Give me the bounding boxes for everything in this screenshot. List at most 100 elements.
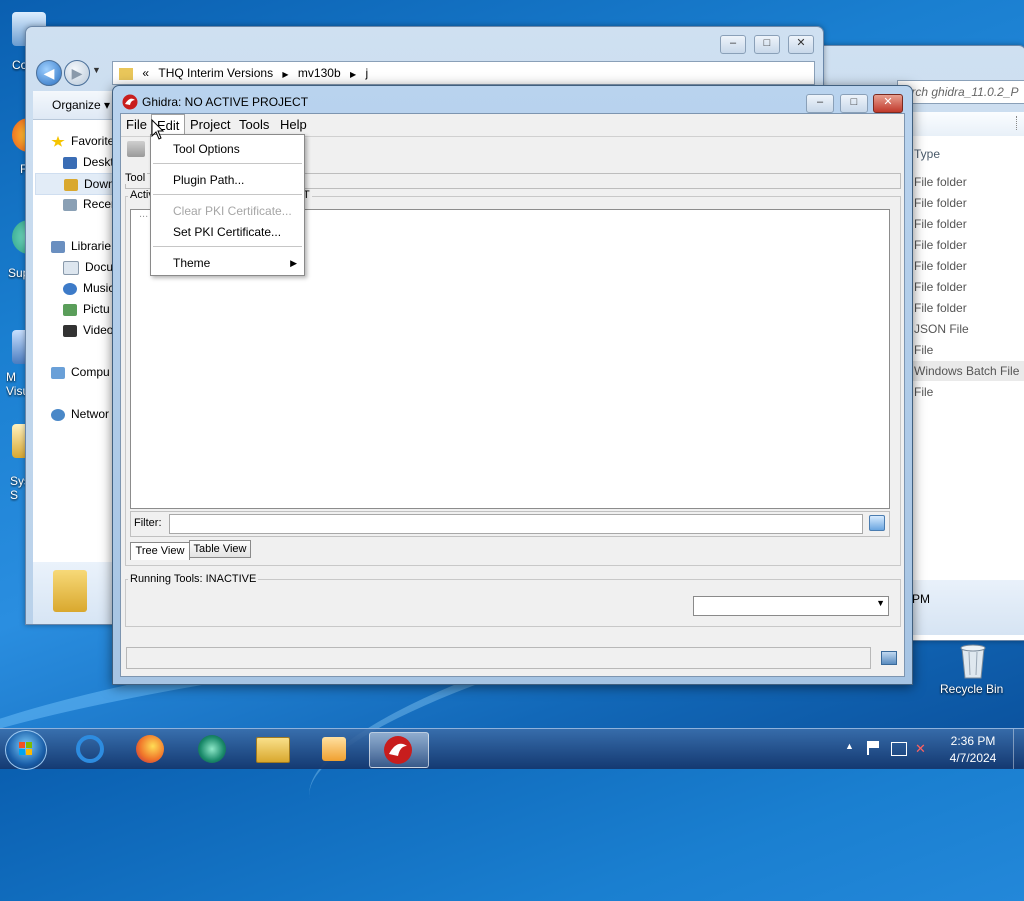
nav-label: Compu bbox=[71, 365, 110, 379]
toolbar-grip bbox=[1016, 116, 1023, 130]
menu-bar: File Edit Project Tools Help bbox=[121, 114, 904, 136]
close-button[interactable]: ✕ bbox=[788, 35, 814, 54]
media-player-icon bbox=[322, 737, 346, 761]
tree-placeholder: ... bbox=[139, 208, 149, 220]
file-type-cell[interactable]: File bbox=[914, 340, 933, 360]
file-type-cell[interactable]: Windows Batch File bbox=[912, 361, 1024, 381]
ghidra-logo-icon bbox=[122, 94, 138, 110]
show-hidden-icons-button[interactable]: ▲ bbox=[845, 741, 854, 751]
taskbar-app[interactable] bbox=[122, 732, 180, 766]
running-tools-label: Running Tools: INACTIVE bbox=[128, 573, 259, 585]
documents-icon bbox=[63, 260, 79, 275]
file-type-cell[interactable]: JSON File bbox=[914, 319, 969, 339]
file-type-cell[interactable]: File folder bbox=[914, 214, 967, 234]
nav-label: Pictu bbox=[83, 302, 110, 316]
new-project-icon[interactable] bbox=[127, 141, 145, 157]
file-type-cell[interactable]: File folder bbox=[914, 277, 967, 297]
submenu-arrow-icon: ▶ bbox=[290, 258, 297, 268]
address-bar[interactable]: « THQ Interim Versions ▶ mv130b ▶ j bbox=[112, 61, 815, 85]
star-icon bbox=[51, 135, 65, 147]
console-icon[interactable] bbox=[881, 651, 897, 665]
minimize-button[interactable]: – bbox=[720, 35, 746, 54]
details-toolbar bbox=[912, 112, 1024, 137]
nav-label: Recer bbox=[83, 197, 116, 211]
taskbar-app-ghidra[interactable] bbox=[369, 732, 429, 768]
videos-icon bbox=[63, 324, 77, 337]
downloads-icon bbox=[64, 178, 78, 191]
nav-label: Networ bbox=[71, 407, 110, 421]
menu-help[interactable]: Help bbox=[275, 114, 312, 136]
network-icon[interactable] bbox=[891, 742, 907, 756]
nav-recent-places[interactable]: Recer bbox=[63, 194, 115, 214]
desktop-icon bbox=[63, 156, 77, 169]
ghidra-icon bbox=[384, 736, 412, 764]
nav-network[interactable]: Networ bbox=[51, 404, 109, 424]
volume-muted-icon[interactable]: ✕ bbox=[915, 741, 926, 757]
taskbar: ▲ ✕ 2:36 PM 4/7/2024 bbox=[0, 728, 1024, 770]
nav-computer[interactable]: Compu bbox=[51, 362, 110, 382]
tab-table-view[interactable]: Table View bbox=[189, 540, 251, 558]
nav-music[interactable]: Music bbox=[63, 278, 114, 298]
taskbar-app[interactable] bbox=[306, 732, 364, 766]
nav-documents[interactable]: Docu bbox=[63, 257, 113, 277]
menu-item-set-pki[interactable]: Set PKI Certificate... bbox=[152, 221, 303, 243]
start-button[interactable] bbox=[5, 730, 47, 770]
action-center-flag-icon[interactable] bbox=[867, 741, 883, 755]
taskbar-app[interactable] bbox=[184, 732, 242, 766]
file-type-cell[interactable]: File folder bbox=[914, 235, 967, 255]
file-type-cell[interactable]: File folder bbox=[914, 298, 967, 318]
internet-explorer-icon bbox=[76, 735, 104, 763]
filter-input[interactable] bbox=[169, 514, 863, 534]
maximize-button[interactable]: □ bbox=[840, 94, 868, 113]
nav-label: Deskt bbox=[83, 155, 114, 169]
file-type-column: Type File folder File folder File folder… bbox=[912, 136, 1024, 580]
file-type-cell[interactable]: File folder bbox=[914, 172, 967, 192]
breadcrumb-overflow[interactable]: « bbox=[142, 66, 149, 80]
nav-favorites[interactable]: Favorite bbox=[51, 131, 114, 151]
file-type-cell[interactable]: File folder bbox=[914, 256, 967, 276]
menu-project[interactable]: Project bbox=[185, 114, 235, 136]
nav-videos[interactable]: Video bbox=[63, 320, 113, 340]
workspace-select[interactable]: ▼ bbox=[693, 596, 889, 616]
menu-tools[interactable]: Tools bbox=[234, 114, 274, 136]
file-type-cell[interactable]: File bbox=[914, 382, 933, 402]
recent-places-icon bbox=[63, 198, 77, 211]
filter-options-icon[interactable] bbox=[869, 515, 885, 531]
file-type-cell[interactable]: File folder bbox=[914, 193, 967, 213]
close-button[interactable]: ✕ bbox=[873, 94, 903, 113]
menu-item-tool-options[interactable]: Tool Options bbox=[152, 138, 303, 160]
nav-label: Music bbox=[83, 281, 115, 295]
menu-separator bbox=[153, 163, 302, 164]
music-icon bbox=[63, 282, 77, 295]
menu-file[interactable]: File bbox=[121, 114, 152, 136]
nav-label: Video bbox=[83, 323, 114, 337]
menu-item-theme[interactable]: Theme ▶ bbox=[152, 252, 303, 274]
tool-chest-label: Tool bbox=[123, 172, 148, 184]
tab-tree-view[interactable]: Tree View bbox=[130, 542, 190, 560]
nav-desktop[interactable]: Deskt bbox=[63, 152, 114, 172]
folder-icon bbox=[53, 570, 87, 612]
maximize-button[interactable]: □ bbox=[754, 35, 780, 54]
organize-button[interactable]: Organize ▾ bbox=[52, 98, 110, 112]
minimize-button[interactable]: – bbox=[806, 94, 834, 113]
breadcrumb-item[interactable]: mv130b bbox=[298, 66, 341, 80]
show-desktop-button[interactable] bbox=[1013, 729, 1024, 769]
search-input[interactable]: earch ghidra_11.0.2_P bbox=[897, 80, 1024, 104]
menu-item-plugin-path[interactable]: Plugin Path... bbox=[152, 169, 303, 191]
breadcrumb-item[interactable]: j bbox=[365, 66, 368, 80]
nav-label: Librarie bbox=[71, 239, 112, 253]
clock-time[interactable]: 2:36 PM bbox=[943, 734, 1003, 748]
nav-pictures[interactable]: Pictu bbox=[63, 299, 110, 319]
running-tools-panel: Running Tools: INACTIVE ▼ bbox=[125, 573, 901, 627]
taskbar-app[interactable] bbox=[244, 732, 302, 766]
recent-pages-button[interactable]: ▼ bbox=[92, 65, 101, 75]
nav-libraries[interactable]: Librarie bbox=[51, 236, 111, 256]
forward-button[interactable]: ▶ bbox=[64, 60, 90, 86]
taskbar-app[interactable] bbox=[62, 732, 120, 766]
breadcrumb-item[interactable]: THQ Interim Versions bbox=[158, 66, 273, 80]
libraries-icon bbox=[51, 240, 65, 253]
column-header-type[interactable]: Type bbox=[914, 144, 940, 164]
date-modified-fragment: PM bbox=[912, 592, 930, 606]
clock-date[interactable]: 4/7/2024 bbox=[943, 751, 1003, 765]
back-button[interactable]: ◀ bbox=[36, 60, 62, 86]
